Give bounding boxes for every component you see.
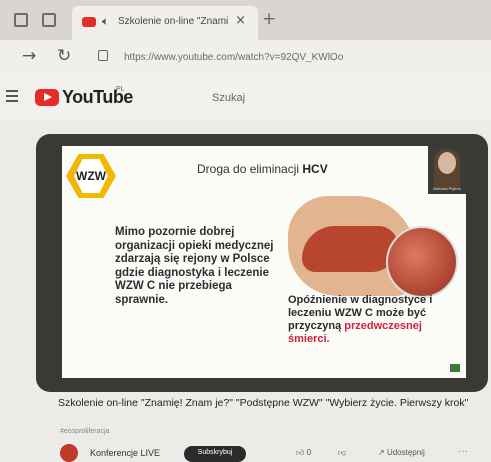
slide-title-prefix: Droga do eliminacji [197,162,303,176]
search-input[interactable]: Szukaj [200,89,400,109]
dislike-button[interactable]: 👎︎ [338,448,346,458]
subscribe-button[interactable]: Subskrybuj [184,446,246,462]
more-actions-button[interactable]: ··· [458,446,468,457]
video-hashtag[interactable]: #ecoproliferacja [60,428,109,435]
youtube-favicon-icon [82,17,96,27]
wzw-logo-text: WZW [76,169,106,183]
speaker-icon[interactable]: 🔈︎ [102,14,109,29]
channel-avatar[interactable] [60,444,78,462]
thumbs-down-icon: 👎︎ [338,448,347,457]
wzw-logo: WZW [66,154,116,198]
tab-actions-icon[interactable] [42,13,56,27]
share-label: Udostępnij [386,448,425,457]
slide-body-text: Mimo pozornie dobrej organizacji opieki … [115,226,274,306]
share-icon: ↗ [378,448,387,457]
youtube-country-code: PL [116,86,125,93]
channel-name[interactable]: Konferencje LIVE [90,448,160,458]
youtube-logo-icon[interactable] [35,89,59,106]
lock-icon[interactable] [98,50,108,61]
youtube-header: YouTube PL Szukaj [0,76,491,120]
presenter-name: Barbara Piękoś [433,186,461,191]
share-button[interactable]: ↗ Udostępnij [378,448,425,457]
menu-icon[interactable] [6,90,18,105]
workspaces-icon[interactable] [14,13,28,27]
reload-icon[interactable]: ↻ [57,46,71,66]
video-title: Szkolenie on-line "Znamię! Znam je?" "Po… [58,397,469,409]
tab-title: Szkolenie on-line "Znamię [118,16,228,27]
video-frame-slide: WZW Droga do eliminacji HCV Mimo pozorni… [62,146,466,378]
new-tab-icon[interactable]: + [262,9,276,29]
like-count: 0 [306,448,312,457]
slide-title-bold: HCV [302,162,328,176]
presenter-webcam: Barbara Piękoś [428,146,466,194]
browser-window: 🔈︎ Szkolenie on-line "Znamię × + → ↻ htt… [0,0,491,462]
tab-bar: 🔈︎ Szkolenie on-line "Znamię × + [0,0,491,40]
thumbs-up-icon: 👍︎ [296,448,307,457]
address-field[interactable]: https://www.youtube.com/watch?v=92QV_KWl… [124,52,343,63]
slide-corner-mark [450,364,460,372]
navigation-bar: → ↻ https://www.youtube.com/watch?v=92QV… [0,40,491,76]
slide-callout: Opóźnienie w diagnostyce i leczeniu WZW … [288,294,438,346]
liver-tissue-closeup [386,226,458,298]
close-icon[interactable]: × [235,13,246,28]
tab-youtube[interactable]: 🔈︎ Szkolenie on-line "Znamię × [72,6,258,40]
back-arrow-icon[interactable]: → [22,46,36,66]
like-button[interactable]: 👍︎ 0 [296,448,311,458]
slide-title: Droga do eliminacji HCV [197,162,328,176]
